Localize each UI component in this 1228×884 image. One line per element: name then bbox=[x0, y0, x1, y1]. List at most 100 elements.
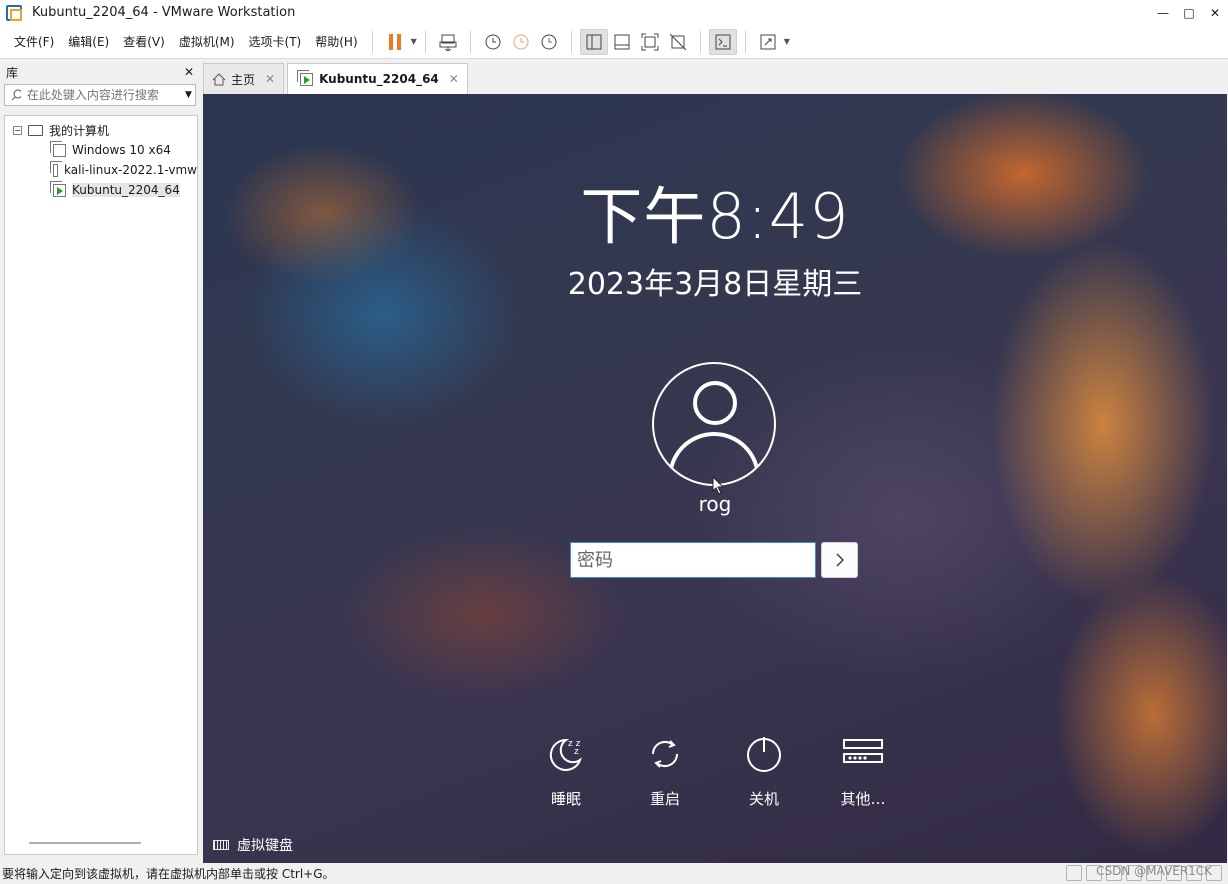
tab-kubuntu-close-button[interactable]: ✕ bbox=[449, 72, 459, 86]
toolbar-separator bbox=[469, 30, 471, 53]
tab-kubuntu[interactable]: Kubuntu_2204_64 ✕ bbox=[287, 63, 468, 94]
tab-home-label: 主页 bbox=[231, 72, 256, 87]
menu-edit[interactable]: 编辑(E) bbox=[62, 33, 115, 50]
restart-button[interactable]: 重启 bbox=[630, 734, 700, 809]
thumbnail-bar-icon bbox=[614, 34, 630, 49]
library-search-input[interactable] bbox=[26, 88, 182, 102]
full-screen-button[interactable] bbox=[636, 29, 664, 55]
sleep-label: 睡眠 bbox=[550, 790, 581, 808]
revert-snapshot-icon bbox=[513, 34, 529, 49]
menu-file[interactable]: 文件(F) bbox=[8, 33, 60, 50]
minimize-button[interactable]: — bbox=[1150, 0, 1176, 25]
tree-item-kali[interactable]: kali-linux-2022.1-vmw bbox=[5, 160, 197, 180]
password-field[interactable] bbox=[570, 542, 816, 578]
library-header: 库 ✕ bbox=[0, 60, 200, 84]
snapshot-clock-icon bbox=[485, 34, 501, 49]
home-icon bbox=[212, 72, 226, 85]
shutdown-icon bbox=[747, 737, 781, 772]
tree-item-windows10[interactable]: Windows 10 x64 bbox=[5, 140, 197, 160]
power-actions: z zz 睡眠 重启 关机 其他… bbox=[203, 734, 1227, 814]
status-message: 要将输入定向到该虚拟机，请在虚拟机内部单击或按 Ctrl+G。 bbox=[2, 867, 335, 881]
snapshot-manager-button[interactable] bbox=[535, 29, 563, 55]
library-panel-icon bbox=[586, 34, 602, 49]
virtual-keyboard-label: 虚拟键盘 bbox=[237, 838, 293, 854]
restart-icon bbox=[651, 740, 679, 768]
toolbar-separator bbox=[699, 30, 701, 53]
send-ctrl-alt-del-button[interactable] bbox=[434, 29, 462, 55]
window-title: Kubuntu_2204_64 - VMware Workstation bbox=[32, 5, 296, 20]
lock-clock: 下午8:49 bbox=[580, 180, 850, 253]
show-library-button[interactable] bbox=[579, 28, 608, 55]
restart-label: 重启 bbox=[649, 790, 680, 808]
toolbar-separator bbox=[744, 30, 746, 53]
status-bar: 要将输入定向到该虚拟机，请在虚拟机内部单击或按 Ctrl+G。 bbox=[0, 863, 1228, 884]
unity-icon bbox=[669, 33, 687, 50]
vmware-logo-icon bbox=[6, 4, 22, 21]
shutdown-button[interactable]: 关机 bbox=[729, 734, 799, 809]
library-pane: 库 ✕ ▼ − 我的计算机 Windows 10 x64 kali-linux-… bbox=[0, 60, 200, 863]
tab-home[interactable]: 主页 ✕ bbox=[203, 63, 285, 94]
watermark: CSDN @MAVER1CK bbox=[1096, 864, 1212, 878]
vm-display[interactable]: 下午8:49 2023年3月8日星期三 rog z zz 睡眠 重启 关机 其他… bbox=[203, 94, 1227, 863]
virtual-keyboard-button[interactable]: 虚拟键盘 bbox=[213, 835, 293, 855]
username-label: rog bbox=[698, 492, 732, 516]
maximize-button[interactable]: □ bbox=[1176, 0, 1202, 25]
pause-dropdown-caret-icon[interactable]: ▼ bbox=[411, 37, 417, 46]
search-dropdown-icon[interactable]: ▼ bbox=[182, 90, 195, 100]
library-title: 库 bbox=[6, 65, 19, 80]
computer-icon bbox=[28, 124, 43, 136]
full-screen-icon bbox=[641, 33, 659, 50]
snapshot-button[interactable] bbox=[479, 29, 507, 55]
sleep-icon: z zz bbox=[549, 738, 582, 771]
menu-tabs[interactable]: 选项卡(T) bbox=[243, 33, 308, 50]
vm-running-icon bbox=[297, 69, 314, 86]
user-avatar-icon[interactable] bbox=[652, 362, 776, 486]
tab-home-close-button[interactable]: ✕ bbox=[265, 72, 275, 86]
collapse-icon[interactable]: − bbox=[13, 125, 22, 135]
keyboard-icon bbox=[213, 840, 229, 850]
search-icon bbox=[11, 89, 21, 101]
menu-view[interactable]: 查看(V) bbox=[117, 33, 171, 50]
vm-tree: − 我的计算机 Windows 10 x64 kali-linux-2022.1… bbox=[4, 115, 198, 855]
revert-snapshot-button[interactable] bbox=[507, 29, 535, 55]
login-submit-button[interactable] bbox=[821, 542, 858, 578]
snapshot-manager-icon bbox=[541, 34, 557, 49]
hard-disk-icon[interactable] bbox=[1066, 865, 1082, 881]
stretch-guest-button[interactable] bbox=[754, 29, 782, 55]
menu-vm[interactable]: 虚拟机(M) bbox=[173, 33, 241, 50]
svg-text:z: z bbox=[574, 747, 579, 757]
pause-icon bbox=[388, 33, 401, 50]
chevron-right-icon bbox=[836, 553, 844, 567]
other-label: 其他… bbox=[840, 790, 886, 808]
unity-mode-button[interactable] bbox=[664, 29, 692, 55]
library-close-button[interactable]: ✕ bbox=[184, 65, 194, 79]
tree-item-label: Kubuntu_2204_64 bbox=[72, 183, 180, 197]
toolbar-separator bbox=[371, 30, 373, 53]
other-button[interactable]: 其他… bbox=[828, 734, 898, 809]
lock-date: 2023年3月8日星期三 bbox=[567, 267, 863, 302]
menu-toolbar: 文件(F) 编辑(E) 查看(V) 虚拟机(M) 选项卡(T) 帮助(H) ▼ … bbox=[0, 25, 1228, 59]
toolbar-separator bbox=[570, 30, 572, 53]
menu-help[interactable]: 帮助(H) bbox=[309, 33, 363, 50]
vm-icon bbox=[50, 140, 66, 157]
tab-strip: 主页 ✕ Kubuntu_2204_64 ✕ bbox=[203, 63, 471, 94]
send-keys-icon bbox=[439, 34, 457, 51]
stretch-dropdown-caret-icon[interactable]: ▼ bbox=[784, 37, 790, 46]
toolbar-separator bbox=[424, 30, 426, 53]
tree-root[interactable]: − 我的计算机 bbox=[5, 120, 197, 140]
tree-root-label: 我的计算机 bbox=[49, 123, 110, 138]
pause-button[interactable] bbox=[381, 29, 409, 55]
tree-item-label: kali-linux-2022.1-vmw bbox=[63, 163, 197, 177]
close-window-button[interactable]: ✕ bbox=[1202, 0, 1228, 25]
title-bar: Kubuntu_2204_64 - VMware Workstation — □… bbox=[0, 0, 1228, 25]
sleep-button[interactable]: z zz 睡眠 bbox=[531, 734, 601, 809]
tab-kubuntu-label: Kubuntu_2204_64 bbox=[319, 72, 439, 86]
show-thumbnail-bar-button[interactable] bbox=[608, 29, 636, 55]
console-view-button[interactable] bbox=[708, 28, 737, 55]
window-controls: — □ ✕ bbox=[1150, 0, 1228, 25]
terminal-icon bbox=[715, 34, 731, 49]
tree-item-kubuntu[interactable]: Kubuntu_2204_64 bbox=[5, 180, 197, 200]
vm-icon bbox=[50, 160, 62, 177]
horizontal-scrollbar[interactable] bbox=[29, 842, 141, 844]
library-search: ▼ bbox=[4, 84, 196, 106]
